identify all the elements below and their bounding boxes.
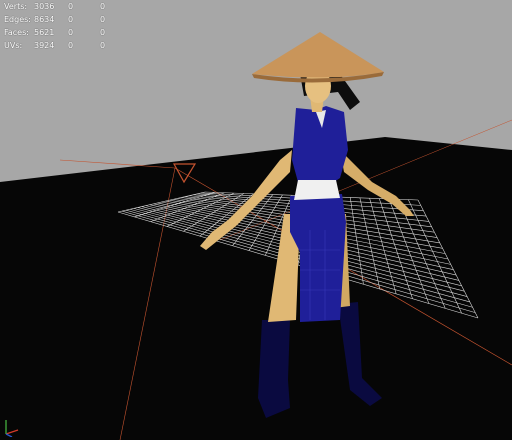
hud-value: 0	[100, 41, 106, 50]
3d-viewport[interactable]: Verts: 3036 0 0 Edges: 8634 0 0 Faces: 5…	[0, 0, 512, 440]
ground-plane	[0, 137, 512, 440]
outfit-sash	[294, 180, 340, 200]
hud-value: 0	[100, 28, 106, 37]
hud-value: 0	[68, 28, 74, 37]
poly-count-hud: Verts: 3036 0 0 Edges: 8634 0 0 Faces: 5…	[4, 0, 132, 52]
hud-row-faces: Faces: 5621 0 0	[4, 26, 132, 39]
hud-value: 0	[68, 41, 74, 50]
hud-value: 0	[100, 15, 106, 24]
scene-view[interactable]	[0, 0, 512, 440]
right-boot	[258, 320, 290, 418]
straw-hat	[252, 32, 384, 78]
hud-label: Edges:	[4, 15, 31, 24]
hud-value: 0	[68, 15, 74, 24]
hud-value: 0	[100, 2, 106, 11]
hud-value: 3036	[34, 2, 55, 11]
hud-label: Verts:	[4, 2, 28, 11]
hud-value: 8634	[34, 15, 55, 24]
hud-value: 3924	[34, 41, 55, 50]
hud-label: UVs:	[4, 41, 23, 50]
hud-row-uvs: UVs: 3924 0 0	[4, 39, 132, 52]
axis-gizmo-icon	[5, 420, 19, 437]
hud-label: Faces:	[4, 28, 29, 37]
hud-row-verts: Verts: 3036 0 0	[4, 0, 132, 13]
hud-row-edges: Edges: 8634 0 0	[4, 13, 132, 26]
hud-value: 5621	[34, 28, 55, 37]
hud-value: 0	[68, 2, 74, 11]
